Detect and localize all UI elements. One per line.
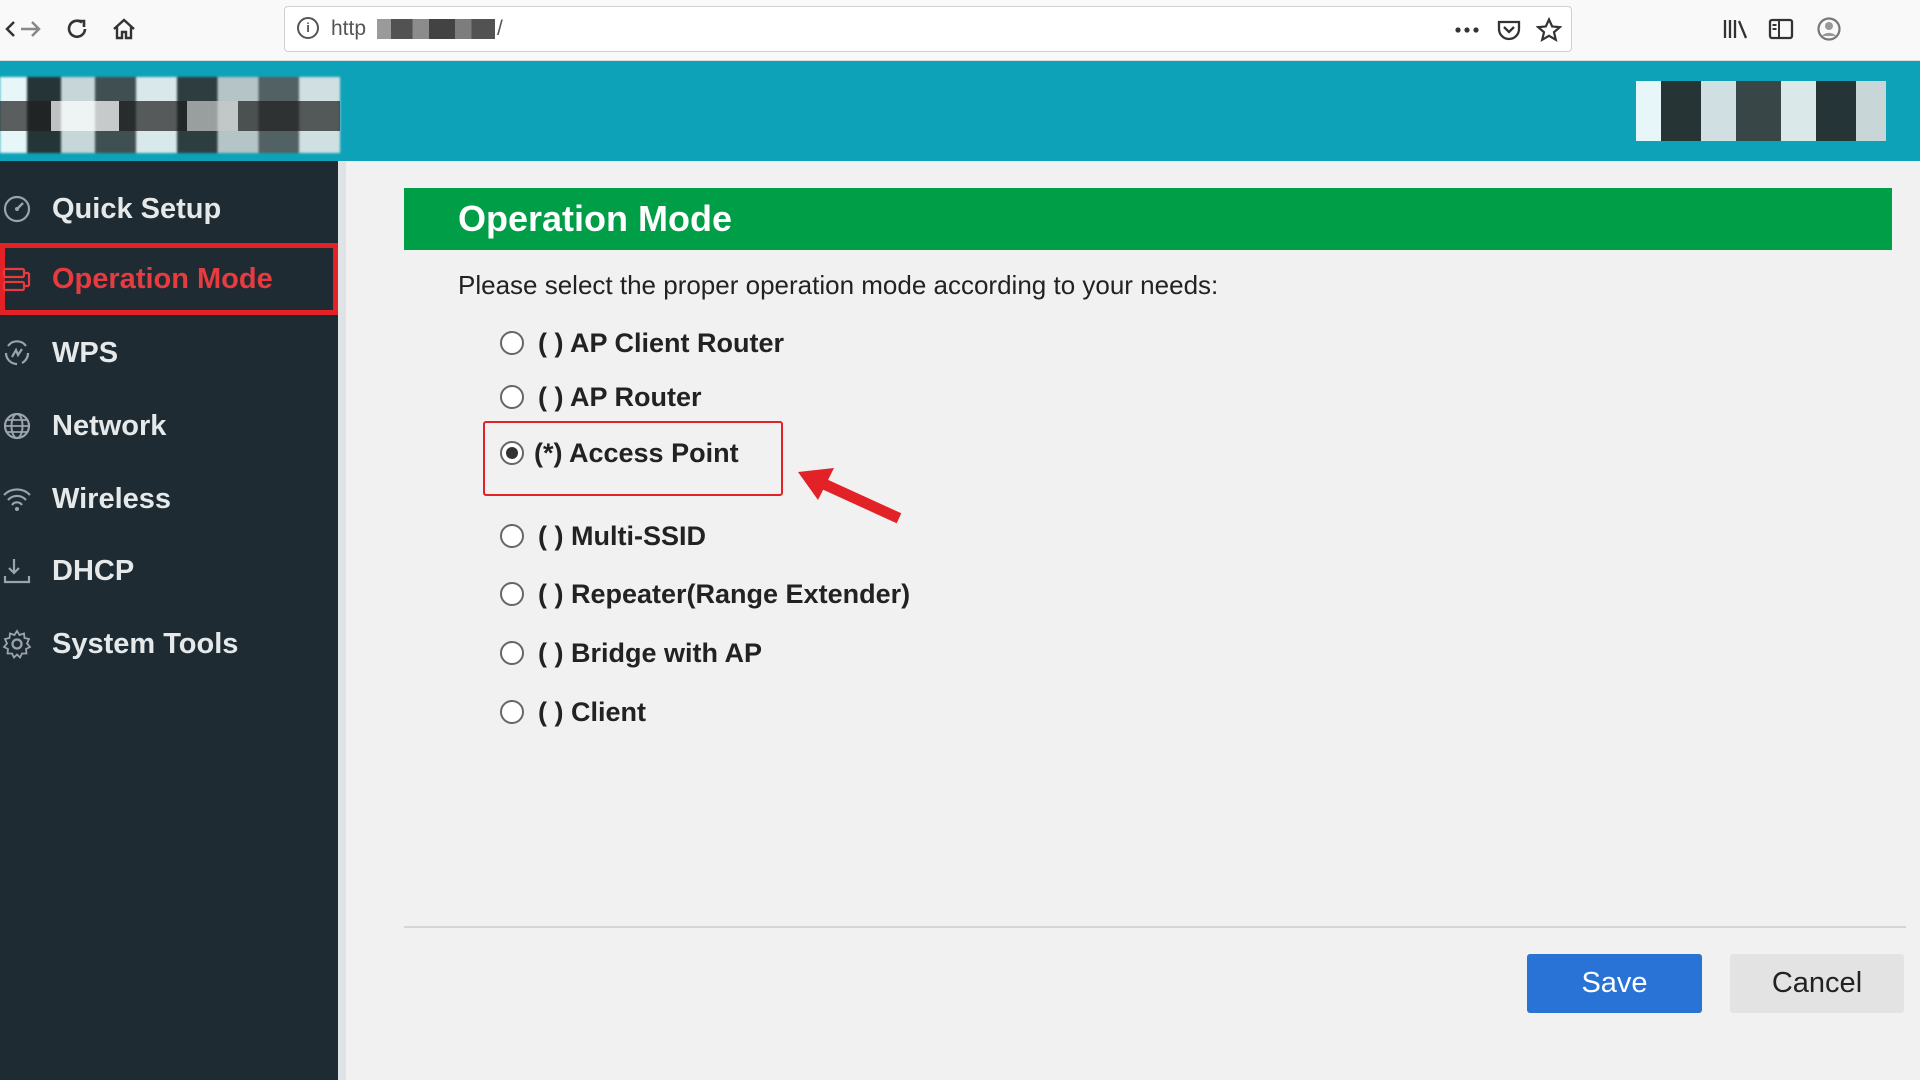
mode-option-client[interactable]: ( ) Client xyxy=(500,692,646,732)
save-button[interactable]: Save xyxy=(1527,954,1702,1013)
radio-button[interactable] xyxy=(500,582,524,606)
sidebar-item-label: WPS xyxy=(52,336,119,369)
mode-option-label: ( ) Repeater(Range Extender) xyxy=(538,578,911,609)
wifi-icon xyxy=(0,482,34,516)
panel-title: Operation Mode xyxy=(404,188,1892,250)
mode-option-ap-router[interactable]: ( ) AP Router xyxy=(500,377,702,417)
sidebar-item-wireless[interactable]: Wireless xyxy=(0,463,338,535)
brand-redacted xyxy=(1636,81,1886,141)
sidebar-item-dhcp[interactable]: DHCP xyxy=(0,535,338,607)
mode-option-label: ( ) Client xyxy=(538,696,646,727)
account-icon[interactable] xyxy=(1814,14,1844,44)
sidebar-item-quick-setup[interactable]: Quick Setup xyxy=(0,173,338,245)
actions-divider xyxy=(404,926,1906,928)
sidebar-icon[interactable] xyxy=(1766,14,1796,44)
browser-toolbar: i http / xyxy=(0,0,1920,61)
sidebar-item-label: Operation Mode xyxy=(52,262,273,295)
router-icon xyxy=(0,262,34,296)
forward-icon[interactable] xyxy=(14,12,48,46)
radio-button[interactable] xyxy=(500,331,524,355)
globe-icon xyxy=(0,409,34,443)
mode-option-label: ( ) AP Router xyxy=(538,381,702,412)
sidebar-item-system-tools[interactable]: System Tools xyxy=(0,608,338,680)
pocket-icon[interactable] xyxy=(1494,15,1524,45)
mode-option-repeater[interactable]: ( ) Repeater(Range Extender) xyxy=(500,574,910,614)
app-header xyxy=(0,61,1920,161)
gear-icon xyxy=(0,627,34,661)
reload-icon[interactable] xyxy=(60,12,94,46)
sidebar-item-label: DHCP xyxy=(52,554,135,587)
sidebar-nav: Quick Setup Operation Mode WPS Network W… xyxy=(0,161,346,1080)
more-dots-icon[interactable] xyxy=(1452,15,1482,45)
radio-button[interactable] xyxy=(500,641,524,665)
cancel-button[interactable]: Cancel xyxy=(1730,954,1904,1013)
star-icon[interactable] xyxy=(1534,15,1564,45)
mode-option-label: (*) Access Point xyxy=(534,437,739,468)
sidebar-item-label: Wireless xyxy=(52,482,172,515)
url-path: / xyxy=(497,17,503,40)
url-host-redacted xyxy=(377,19,495,39)
download-icon xyxy=(0,554,34,588)
mode-option-label: ( ) AP Client Router xyxy=(538,327,785,358)
mode-option-label: ( ) Bridge with AP xyxy=(538,637,762,668)
red-arrow-annotation xyxy=(798,468,902,524)
panel-intro: Please select the proper operation mode … xyxy=(458,270,1219,300)
url-text: http xyxy=(331,17,367,40)
radio-button-checked[interactable] xyxy=(500,441,524,465)
radio-button[interactable] xyxy=(500,385,524,409)
gauge-icon xyxy=(0,192,34,226)
home-icon[interactable] xyxy=(107,12,141,46)
sidebar-item-label: System Tools xyxy=(52,627,239,660)
url-bar[interactable]: i http / xyxy=(284,6,1572,52)
sidebar-item-wps[interactable]: WPS xyxy=(0,317,338,389)
mode-option-bridge-with-ap[interactable]: ( ) Bridge with AP xyxy=(500,633,762,673)
sidebar-item-network[interactable]: Network xyxy=(0,390,338,462)
sidebar-item-label: Quick Setup xyxy=(52,192,222,225)
library-icon[interactable] xyxy=(1720,14,1750,44)
mode-option-label: ( ) Multi-SSID xyxy=(538,520,706,551)
radio-button[interactable] xyxy=(500,524,524,548)
mode-option-ap-client-router[interactable]: ( ) AP Client Router xyxy=(500,323,784,363)
radio-button[interactable] xyxy=(500,700,524,724)
info-icon[interactable]: i xyxy=(297,17,319,39)
logo-redacted-detail xyxy=(0,101,340,131)
mode-option-access-point[interactable]: (*) Access Point xyxy=(500,433,739,473)
mode-option-multi-ssid[interactable]: ( ) Multi-SSID xyxy=(500,516,706,556)
sidebar-item-operation-mode[interactable]: Operation Mode xyxy=(0,243,338,315)
wps-icon xyxy=(0,336,34,370)
sidebar-item-label: Network xyxy=(52,409,167,442)
